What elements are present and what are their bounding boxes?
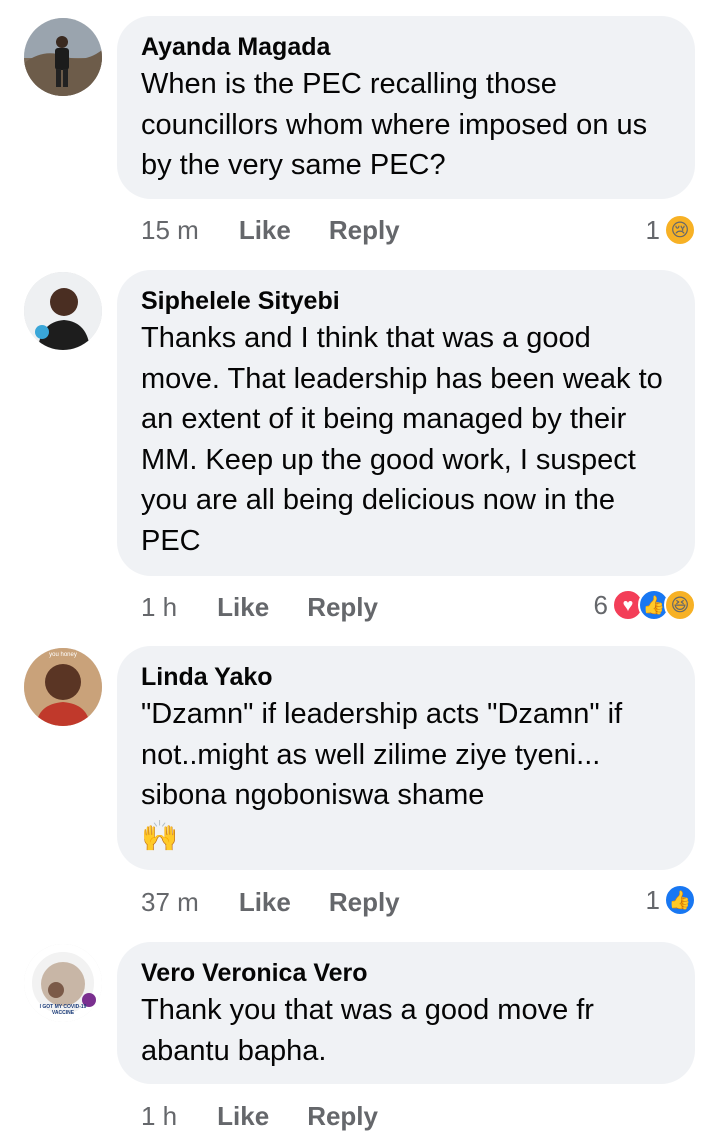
avatar-badge: you honey	[49, 652, 77, 658]
avatar[interactable]	[24, 272, 102, 350]
like-button[interactable]: Like	[217, 587, 269, 627]
comment-actions: 37 m Like Reply	[141, 882, 438, 922]
comment-actions: 1 h Like Reply	[141, 587, 416, 627]
comment-time[interactable]: 37 m	[141, 882, 199, 922]
comment-bubble: Ayanda Magada When is the PEC recalling …	[117, 16, 695, 199]
like-button[interactable]: Like	[239, 882, 291, 922]
reaction-count: 1	[645, 885, 660, 915]
comment-text: "Dzamn" if leadership acts "Dzamn" if no…	[141, 698, 631, 811]
comment-author[interactable]: Linda Yako	[141, 662, 671, 692]
comment-actions: 15 m Like Reply	[141, 210, 438, 250]
comment-text: Thank you that was a good move fr abantu…	[141, 994, 603, 1067]
reply-button[interactable]: Reply	[329, 210, 400, 250]
avatar-badge: I GOT MY COVID-19 VACCINE	[39, 1004, 87, 1016]
comment-author[interactable]: Ayanda Magada	[141, 32, 671, 62]
avatar[interactable]	[24, 18, 102, 96]
comment-bubble: Linda Yako "Dzamn" if leadership acts "D…	[117, 646, 695, 870]
comment-bubble: Siphelele Sityebi Thanks and I think tha…	[117, 270, 695, 576]
comment-time[interactable]: 1 h	[141, 1096, 177, 1136]
like-button[interactable]: Like	[217, 1096, 269, 1136]
comment-text: When is the PEC recalling those councill…	[141, 68, 656, 181]
comment-author[interactable]: Siphelele Sityebi	[141, 286, 671, 316]
avatar-photo-icon	[24, 272, 102, 350]
reaction-summary[interactable]: 6 ♥ 👍 😆	[594, 585, 696, 625]
reaction-summary[interactable]: 1 😢	[646, 210, 696, 250]
reply-button[interactable]: Reply	[307, 587, 378, 627]
haha-reaction-icon: 😆	[664, 589, 696, 621]
comment-time[interactable]: 15 m	[141, 210, 199, 250]
avatar[interactable]: you honey	[24, 648, 102, 726]
reply-button[interactable]: Reply	[307, 1096, 378, 1136]
avatar-photo-icon	[24, 18, 102, 96]
comment-time[interactable]: 1 h	[141, 587, 177, 627]
avatar[interactable]: I GOT MY COVID-19 VACCINE	[24, 944, 102, 1022]
reaction-count: 6	[593, 590, 608, 620]
comment-author[interactable]: Vero Veronica Vero	[141, 958, 671, 988]
like-reaction-icon: 👍	[664, 884, 696, 916]
comment-text: Thanks and I think that was a good move.…	[141, 322, 671, 557]
like-button[interactable]: Like	[239, 210, 291, 250]
reaction-summary[interactable]: 1 👍	[646, 880, 696, 920]
avatar-photo-icon	[24, 648, 102, 726]
comment-actions: 1 h Like Reply	[141, 1096, 416, 1136]
sad-reaction-icon: 😢	[664, 214, 696, 246]
reaction-count: 1	[645, 215, 660, 245]
reply-button[interactable]: Reply	[329, 882, 400, 922]
comment-bubble: Vero Veronica Vero Thank you that was a …	[117, 942, 695, 1084]
raising-hands-emoji: 🙌	[141, 819, 179, 853]
